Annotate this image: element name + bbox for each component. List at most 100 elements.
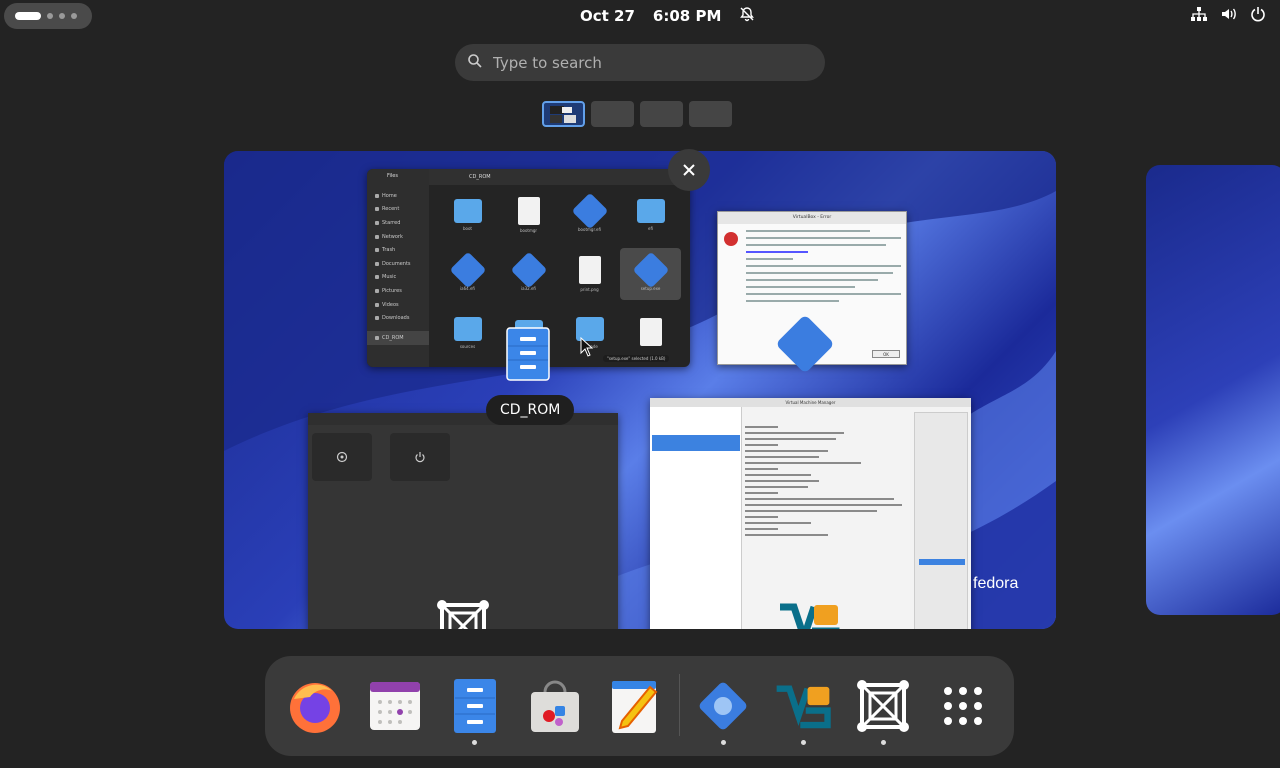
workspace-thumbnails (542, 101, 732, 127)
fedora-logo-text: fedora (973, 575, 1019, 592)
file-item[interactable]: bootmgr (498, 189, 559, 241)
search-icon (467, 53, 483, 73)
next-workspace-preview[interactable] (1146, 165, 1280, 615)
files-path-bar: CD_ROM (429, 169, 690, 185)
app-grid-icon (944, 687, 982, 725)
running-indicator (801, 740, 806, 745)
running-indicator (881, 740, 886, 745)
calendar-icon (370, 682, 420, 730)
sidebar-item-cd-rom[interactable]: CD_ROM (367, 330, 429, 345)
window-tooltip: CD_ROM (486, 395, 575, 425)
search-bar[interactable] (455, 44, 825, 81)
active-workspace-indicator (15, 12, 41, 20)
file-item[interactable]: print.png (559, 248, 620, 300)
files-icon (454, 679, 496, 733)
document-icon (517, 197, 540, 225)
workspace-indicator (59, 13, 65, 19)
files-sidebar: Files Home Recent Starred Network Trash … (367, 169, 429, 367)
sidebar-item[interactable]: Documents (367, 257, 429, 271)
file-item[interactable] (620, 307, 681, 359)
vm-list-item-selected[interactable] (652, 435, 740, 451)
gnome-boxes-badge-icon (434, 597, 492, 629)
sidebar-item[interactable]: Network (367, 230, 429, 244)
close-icon (683, 164, 695, 176)
sidebar-item[interactable]: Home (367, 189, 429, 203)
virt-manager-window[interactable]: Virtual Machine Manager (650, 398, 971, 629)
workspace-thumbnail-3[interactable] (640, 101, 683, 127)
dash (265, 656, 1014, 756)
executable-icon (632, 251, 669, 289)
vm-side-panel (914, 412, 968, 629)
executable-icon (449, 251, 486, 289)
dash-app-firefox[interactable] (285, 676, 345, 736)
activities-button[interactable] (4, 3, 92, 29)
vm-card[interactable] (312, 433, 372, 481)
ok-button[interactable]: OK (872, 350, 900, 358)
workspace-indicator (47, 13, 53, 19)
running-indicator (472, 740, 477, 745)
search-input[interactable] (493, 53, 793, 72)
sidebar-item[interactable]: Trash (367, 243, 429, 257)
vm-card[interactable] (390, 433, 450, 481)
files-grid: boot bootmgr bootmgr.efi efi ia64.efi ia… (437, 189, 687, 359)
sidebar-item[interactable]: Recent (367, 203, 429, 217)
file-item[interactable]: ia32.efi (498, 248, 559, 300)
top-bar: Oct 27 6:08 PM (0, 0, 1280, 32)
close-window-button[interactable] (668, 149, 710, 191)
sidebar-item[interactable]: Music (367, 271, 429, 285)
firefox-icon (290, 683, 340, 733)
side-panel-button[interactable] (919, 559, 965, 565)
executable-icon (510, 251, 547, 289)
folder-icon (453, 199, 482, 223)
network-icon[interactable] (1190, 6, 1208, 26)
file-item[interactable]: sources (437, 307, 498, 359)
file-item-selected[interactable]: setup.exe (620, 248, 681, 300)
files-drag-icon[interactable] (506, 327, 550, 381)
volume-icon[interactable] (1220, 6, 1238, 26)
power-icon[interactable] (1250, 6, 1266, 26)
dash-app-virtualbox[interactable] (693, 676, 753, 736)
dash-app-files[interactable] (445, 676, 505, 736)
workspace-thumbnail-4[interactable] (689, 101, 732, 127)
software-icon (531, 680, 579, 732)
dash-separator (679, 674, 680, 736)
dash-app-gnome-boxes[interactable] (853, 676, 913, 736)
vm-list (650, 407, 742, 629)
dash-app-software[interactable] (525, 676, 585, 736)
dash-app-text-editor[interactable] (605, 676, 665, 736)
dialog-title: VirtualBox - Error (718, 212, 906, 224)
workspace-preview: Files Home Recent Starred Network Trash … (224, 151, 1056, 629)
text-editor-icon (612, 681, 658, 733)
sidebar-item[interactable]: Pictures (367, 284, 429, 298)
executable-icon (571, 192, 608, 230)
show-apps-button[interactable] (933, 676, 993, 736)
file-item[interactable]: boot (437, 189, 498, 241)
error-icon (724, 232, 738, 246)
system-tray[interactable] (1190, 6, 1266, 26)
files-sidebar-title: Files (387, 173, 398, 179)
file-item[interactable]: ia64.efi (437, 248, 498, 300)
running-indicator (721, 740, 726, 745)
mouse-pointer-icon (580, 336, 594, 361)
workspace-thumbnail-2[interactable] (591, 101, 634, 127)
dash-app-virt-manager[interactable] (773, 676, 833, 736)
file-item[interactable]: efi (620, 189, 681, 241)
workspace-thumbnail-1[interactable] (542, 101, 585, 127)
folder-icon (453, 317, 482, 341)
notifications-muted-icon (739, 6, 755, 26)
clock-button[interactable]: Oct 27 6:08 PM (580, 6, 755, 26)
virtualbox-icon (699, 682, 747, 730)
virt-manager-icon (776, 685, 831, 729)
files-status: "setup.exe" selected (1.0 kB) (603, 355, 670, 362)
sidebar-item[interactable]: Downloads (367, 311, 429, 325)
vm-details (745, 426, 910, 540)
folder-icon (636, 199, 665, 223)
file-item[interactable]: bootmgr.efi (559, 189, 620, 241)
sidebar-item[interactable]: Starred (367, 216, 429, 230)
dash-app-calendar[interactable] (365, 676, 425, 736)
document-icon (639, 317, 662, 346)
window-title: Virtual Machine Manager (650, 398, 971, 407)
virt-manager-badge-icon (776, 597, 842, 629)
sidebar-item[interactable]: Videos (367, 298, 429, 312)
workspace-indicator (71, 13, 77, 19)
